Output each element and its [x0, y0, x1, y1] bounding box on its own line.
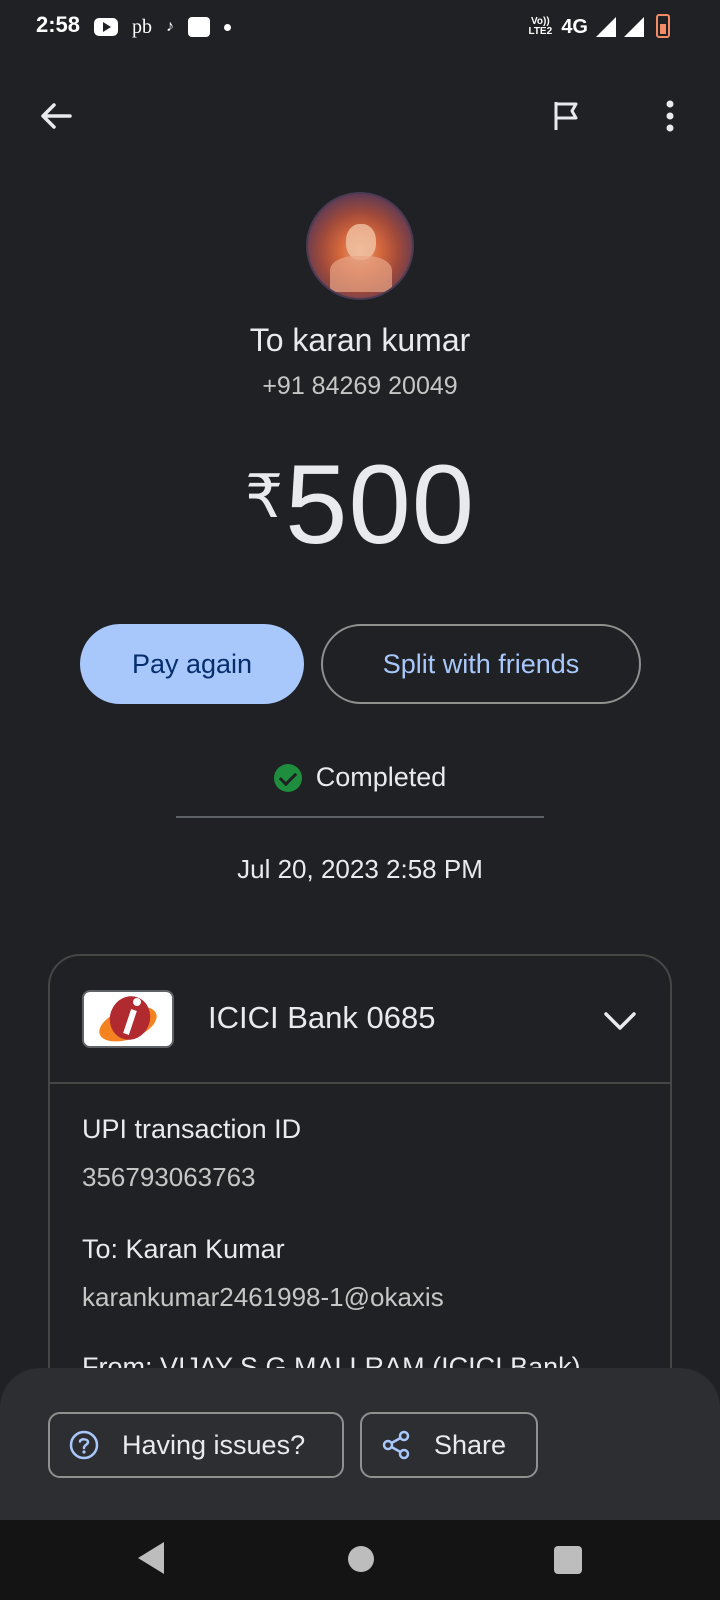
youtube-icon: [94, 18, 118, 36]
nav-home-icon[interactable]: [348, 1546, 374, 1572]
status-bar: 2:58 pb ♪ Vo)) LTE2 4G: [0, 0, 720, 56]
report-button[interactable]: [546, 96, 586, 136]
nav-recents-icon[interactable]: [554, 1546, 582, 1574]
payee-avatar[interactable]: [306, 192, 414, 300]
share-button[interactable]: Share: [360, 1412, 538, 1478]
back-button[interactable]: [36, 96, 76, 136]
transaction-status: Completed: [0, 762, 720, 793]
help-icon: [69, 1430, 99, 1460]
split-with-friends-button[interactable]: Split with friends: [321, 624, 641, 704]
nav-back-icon[interactable]: [138, 1542, 164, 1574]
status-time: 2:58: [36, 12, 81, 37]
share-label: Share: [434, 1429, 507, 1460]
system-icons: Vo)) LTE2 4G: [527, 12, 672, 42]
upi-transaction-id-label: UPI transaction ID: [82, 1114, 302, 1144]
network-type: 4G: [561, 15, 588, 38]
icici-logo-icon: [82, 990, 174, 1048]
transaction-datetime: Jul 20, 2023 2:58 PM: [237, 854, 483, 884]
share-icon: [382, 1430, 410, 1460]
having-issues-label: Having issues?: [122, 1429, 306, 1460]
to-upi-id[interactable]: karankumar2461998-1@okaxis: [82, 1282, 444, 1313]
having-issues-button[interactable]: Having issues?: [48, 1412, 344, 1478]
amount-value: 500: [285, 442, 476, 567]
payment-amount: ₹500: [0, 440, 720, 569]
volte-icon: Vo)) LTE2: [528, 16, 553, 37]
pay-again-button[interactable]: Pay again: [80, 624, 304, 704]
battery-icon: [656, 14, 670, 38]
payee-phone: +91 84269 20049: [262, 372, 458, 400]
dot-icon: [224, 23, 231, 31]
check-circle-icon: [273, 763, 302, 792]
signal-icon-2: [624, 17, 644, 37]
more-vert-icon: [666, 100, 674, 132]
more-options-button[interactable]: [650, 96, 690, 136]
tiktok-icon: ♪: [166, 18, 174, 35]
bank-account-row[interactable]: ICICI Bank 0685: [50, 956, 670, 1084]
signal-icon: [596, 17, 616, 37]
bottom-action-sheet: Having issues? Share: [0, 1368, 720, 1520]
payee-name: To karan kumar: [249, 322, 471, 358]
pb-icon: pb: [132, 15, 152, 38]
back-arrow-icon: [41, 103, 72, 129]
paytm-icon: [188, 17, 210, 37]
upi-transaction-id-value[interactable]: 356793063763: [82, 1162, 256, 1193]
chevron-down-icon[interactable]: [600, 1000, 640, 1040]
bank-name: ICICI Bank 0685: [208, 1000, 436, 1035]
divider: [176, 816, 544, 818]
to-label: To: Karan Kumar: [82, 1234, 285, 1264]
flag-icon: [554, 102, 578, 130]
status-text: Completed: [315, 762, 447, 792]
currency-symbol: ₹: [244, 463, 284, 530]
notification-icons: pb ♪: [94, 12, 231, 42]
